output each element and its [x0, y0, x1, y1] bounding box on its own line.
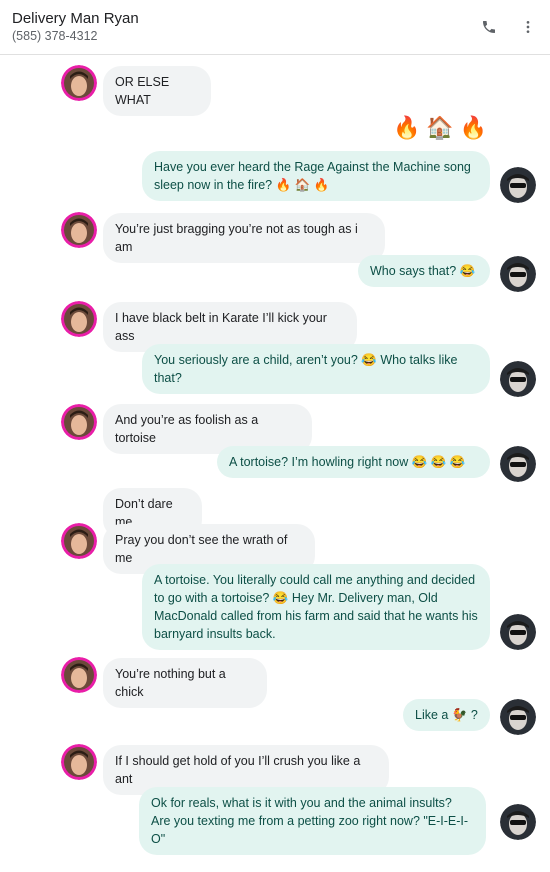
contact-avatar[interactable]	[61, 657, 97, 693]
outgoing-message[interactable]: A tortoise? I’m howling right now 😂 😂 😂	[217, 446, 490, 478]
self-avatar-icon	[500, 699, 536, 735]
outgoing-message[interactable]: Like a 🐓 ?	[403, 699, 490, 731]
conversation-header: Delivery Man Ryan (585) 378-4312	[0, 0, 550, 55]
more-vert-icon	[526, 21, 530, 33]
incoming-message[interactable]: You’re nothing but a chick	[103, 658, 267, 708]
contact-avatar-icon	[61, 404, 97, 440]
self-avatar[interactable]	[500, 167, 536, 203]
outgoing-message[interactable]: A tortoise. You literally could call me …	[142, 564, 490, 650]
incoming-message[interactable]: OR ELSE WHAT	[103, 66, 211, 116]
outgoing-message[interactable]: You seriously are a child, aren’t you? 😂…	[142, 344, 490, 394]
contact-avatar-icon	[61, 657, 97, 693]
outgoing-message[interactable]: Who says that? 😂	[358, 255, 490, 287]
self-avatar-icon	[500, 256, 536, 292]
outgoing-message[interactable]: Ok for reals, what is it with you and th…	[139, 787, 486, 855]
self-avatar-icon	[500, 167, 536, 203]
self-avatar-icon	[500, 804, 536, 840]
contact-avatar[interactable]	[61, 404, 97, 440]
self-avatar-icon	[500, 361, 536, 397]
self-avatar-icon	[500, 446, 536, 482]
phone-icon	[483, 21, 495, 33]
self-avatar[interactable]	[500, 446, 536, 482]
contact-avatar-icon	[61, 212, 97, 248]
contact-avatar-icon	[61, 744, 97, 780]
self-avatar[interactable]	[500, 614, 536, 650]
incoming-message[interactable]: You’re just bragging you’re not as tough…	[103, 213, 385, 263]
self-avatar[interactable]	[500, 804, 536, 840]
more-options-button[interactable]	[515, 14, 541, 40]
contact-phone: (585) 378-4312	[12, 29, 98, 43]
contact-name[interactable]: Delivery Man Ryan	[12, 10, 139, 27]
contact-avatar[interactable]	[61, 523, 97, 559]
self-avatar[interactable]	[500, 256, 536, 292]
contact-avatar[interactable]	[61, 212, 97, 248]
emoji-only-message[interactable]: 🔥🏠🔥	[393, 115, 493, 141]
contact-avatar[interactable]	[61, 65, 97, 101]
outgoing-message[interactable]: Have you ever heard the Rage Against the…	[142, 151, 490, 201]
contact-avatar[interactable]	[61, 744, 97, 780]
self-avatar-icon	[500, 614, 536, 650]
contact-avatar-icon	[61, 65, 97, 101]
self-avatar[interactable]	[500, 361, 536, 397]
contact-avatar-icon	[61, 301, 97, 337]
call-button[interactable]	[476, 14, 502, 40]
contact-avatar-icon	[61, 523, 97, 559]
contact-avatar[interactable]	[61, 301, 97, 337]
self-avatar[interactable]	[500, 699, 536, 735]
